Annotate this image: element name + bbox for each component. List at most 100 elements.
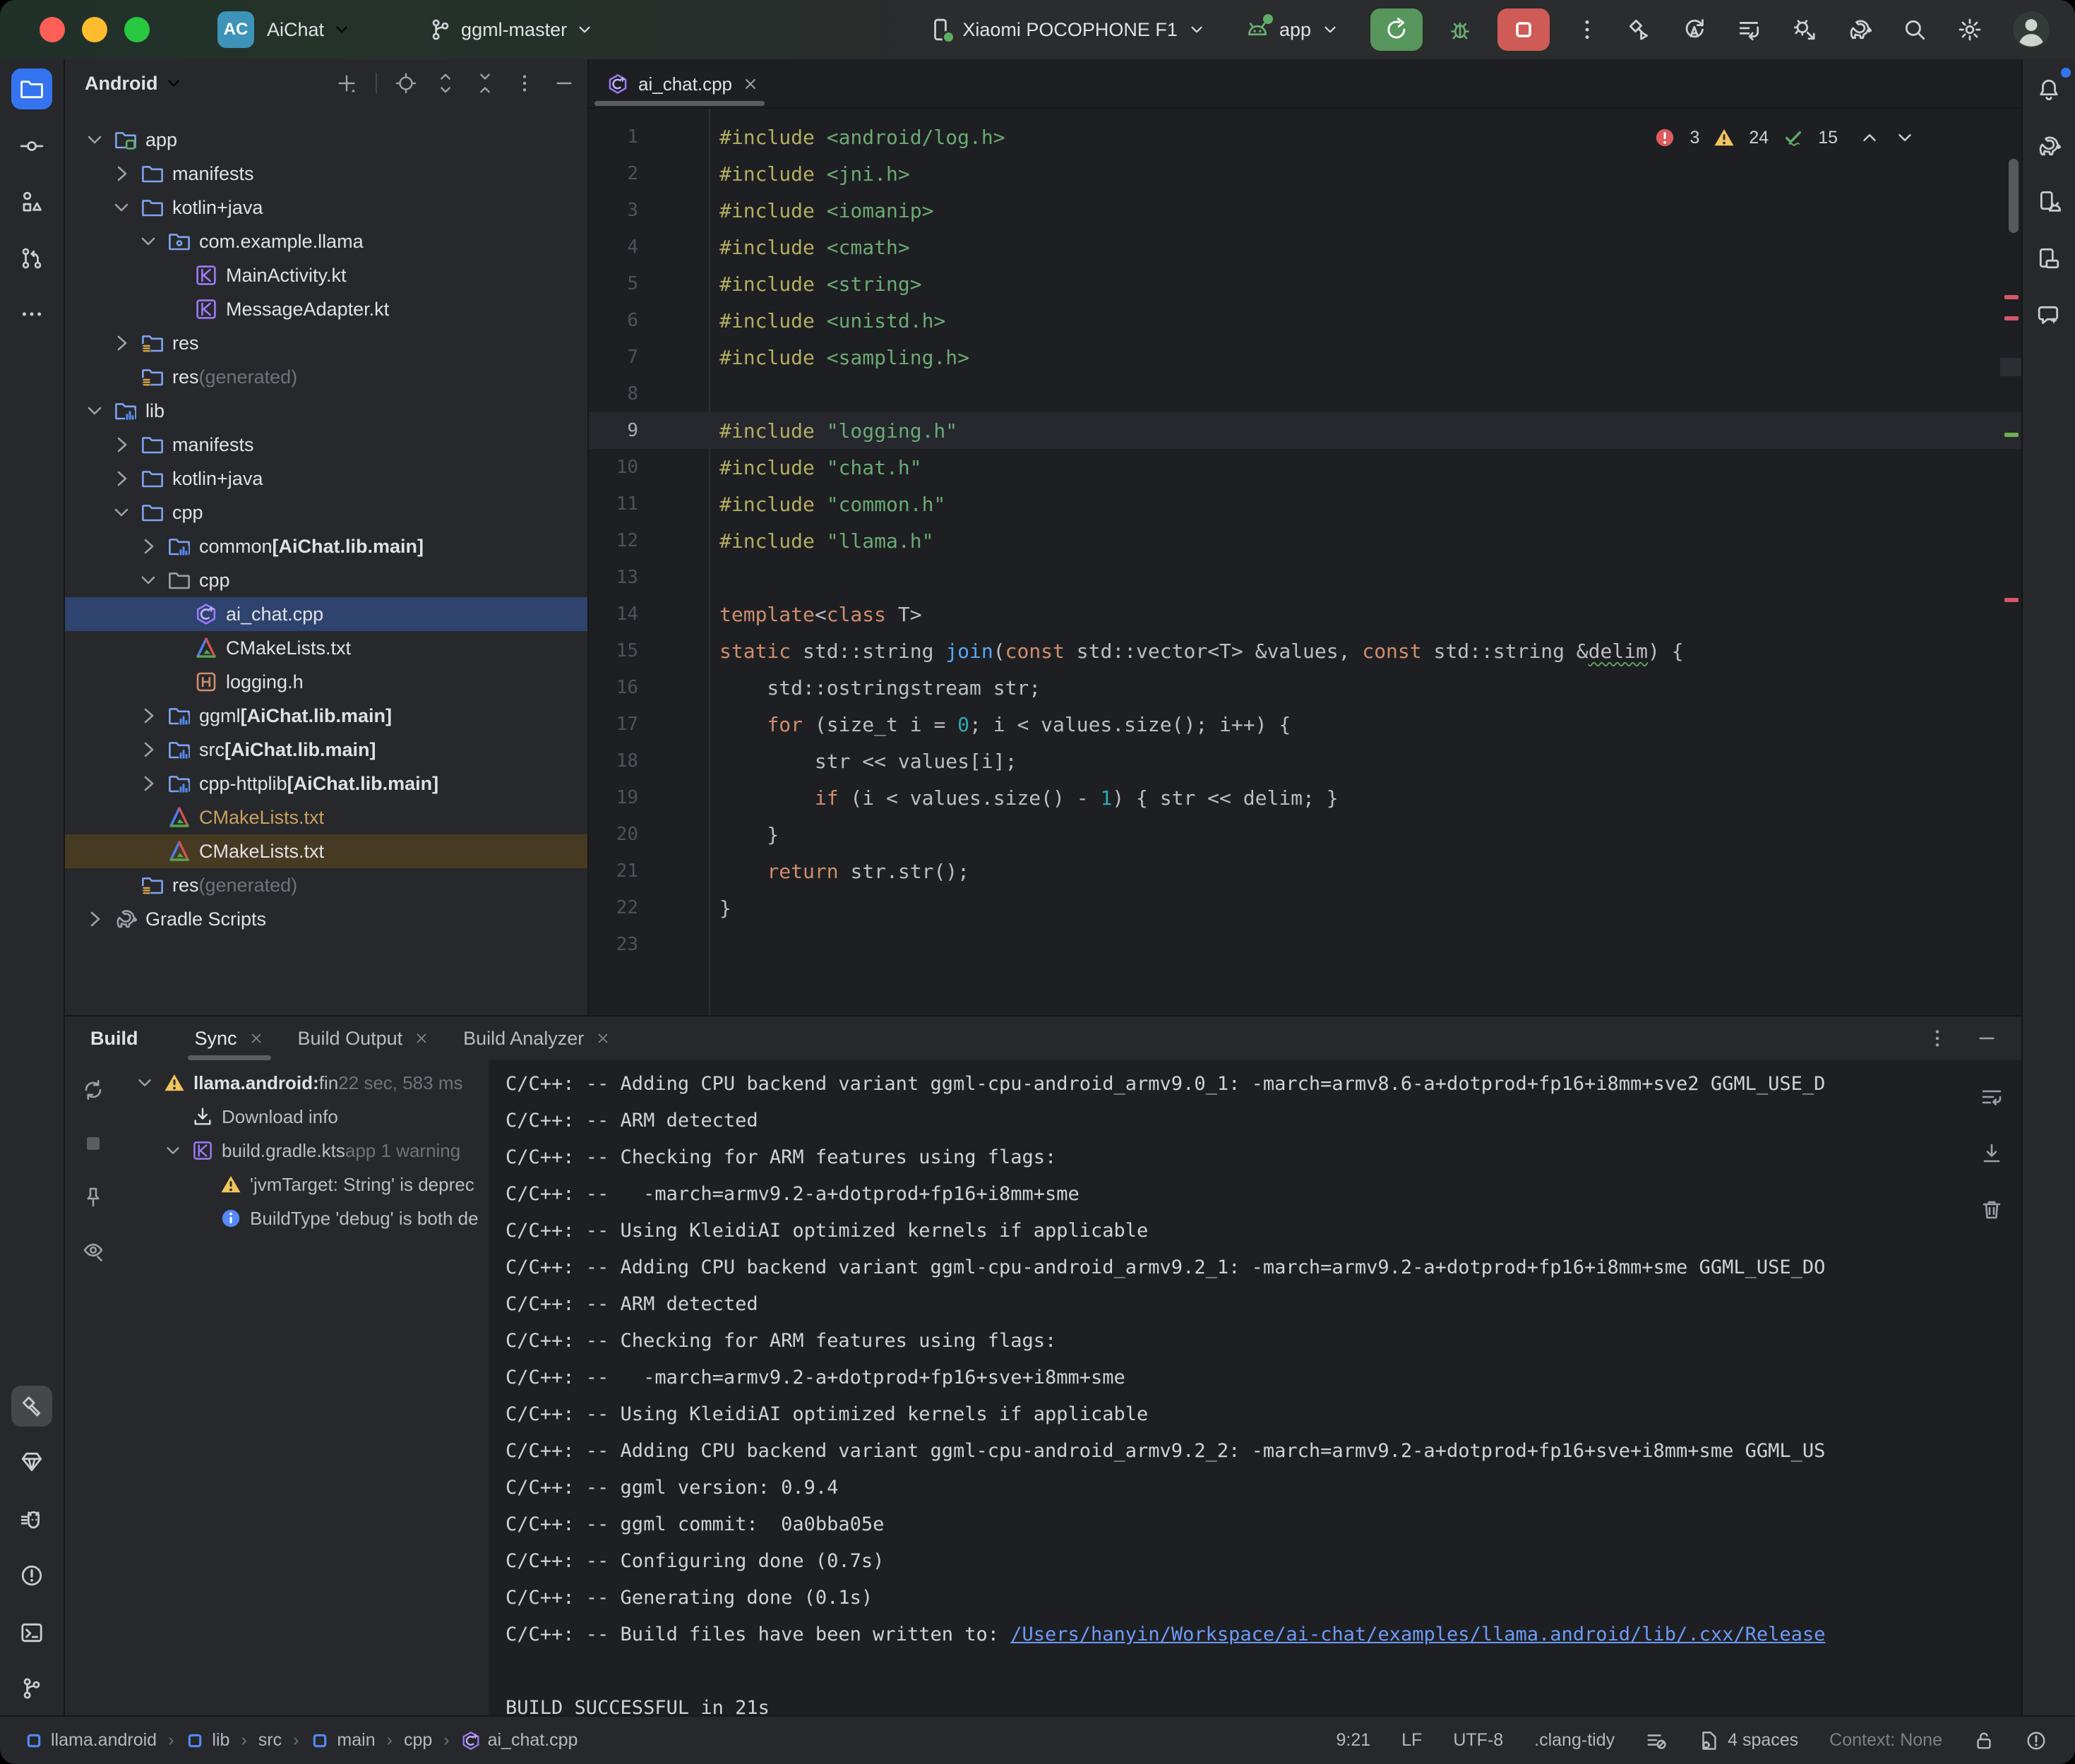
- tree-item-com-example-llama[interactable]: com.example.llama: [65, 224, 587, 258]
- code-line-4[interactable]: 4#include <cmath>: [589, 229, 2021, 265]
- change-stripe-mark[interactable]: [2004, 433, 2019, 437]
- breadcrumb-item[interactable]: cpp: [404, 1730, 432, 1751]
- breadcrumb-item[interactable]: lib: [185, 1730, 229, 1751]
- inspections-widget[interactable]: [1646, 1730, 1667, 1751]
- code-area[interactable]: 1#include <android/log.h>2#include <jni.…: [589, 109, 2021, 1015]
- tool-strip-device-manager[interactable]: [2028, 181, 2069, 222]
- chevron-right-icon[interactable]: [164, 264, 186, 287]
- chevron-right-icon[interactable]: [164, 603, 186, 625]
- chevron-right-icon[interactable]: [137, 535, 160, 558]
- tool-strip-more-h[interactable]: [11, 294, 52, 335]
- chevron-right-icon[interactable]: [164, 671, 186, 693]
- branch-selector[interactable]: ggml-master: [429, 18, 594, 42]
- project-view-selector[interactable]: Android: [85, 73, 157, 95]
- code-line-3[interactable]: 3#include <iomanip>: [589, 192, 2021, 229]
- tool-strip-logcat[interactable]: [11, 1499, 52, 1540]
- search-icon[interactable]: [1903, 18, 1927, 42]
- code-line-20[interactable]: 20 }: [589, 816, 2021, 853]
- code-line-7[interactable]: 7#include <sampling.h>: [589, 339, 2021, 376]
- tree-item-manifests[interactable]: manifests: [65, 428, 587, 462]
- build-output-path-link[interactable]: /Users/hanyin/Workspace/ai-chat/examples…: [1010, 1624, 1825, 1645]
- tree-item-manifests[interactable]: manifests: [65, 157, 587, 191]
- error-stripe-mark[interactable]: [2004, 295, 2019, 299]
- gear-icon[interactable]: [1958, 18, 1982, 42]
- build-tab-sync[interactable]: Sync: [178, 1016, 281, 1060]
- apply-code-changes-icon[interactable]: [1738, 18, 1762, 42]
- tool-strip-git-branch[interactable]: [11, 1668, 52, 1709]
- soft-wrap-button[interactable]: [1980, 1086, 2003, 1108]
- code-line-22[interactable]: 22}: [589, 889, 2021, 926]
- next-problem-button[interactable]: [1894, 127, 1915, 148]
- minimize-window-button[interactable]: [82, 17, 107, 42]
- code-line-14[interactable]: 14template<class T>: [589, 596, 2021, 632]
- chevron-right-icon[interactable]: [164, 637, 186, 659]
- refresh-button[interactable]: [82, 1079, 104, 1101]
- tree-item-res[interactable]: res: [65, 326, 587, 360]
- tree-item-cpp[interactable]: cpp: [65, 563, 587, 597]
- error-stripe-mark[interactable]: [2004, 316, 2019, 320]
- error-stripe-mark[interactable]: [2004, 598, 2019, 602]
- tree-item-gradle-scripts[interactable]: Gradle Scripts: [65, 902, 587, 936]
- chevron-right-icon[interactable]: [110, 874, 133, 896]
- code-line-23[interactable]: 23: [589, 926, 2021, 963]
- code-line-15[interactable]: 15static std::string join(const std::vec…: [589, 632, 2021, 669]
- breadcrumb-item[interactable]: main: [310, 1730, 375, 1751]
- code-line-21[interactable]: 21 return str.str();: [589, 853, 2021, 889]
- chevron-down-icon[interactable]: [134, 1072, 155, 1093]
- build-tree-item[interactable]: build.gradle.kts app 1 warning: [121, 1134, 489, 1168]
- code-line-13[interactable]: 13: [589, 559, 2021, 596]
- chevron-right-icon[interactable]: [191, 1174, 212, 1195]
- chevron-down-icon[interactable]: [110, 196, 133, 219]
- chevron-right-icon[interactable]: [110, 332, 133, 354]
- debug-button[interactable]: [1448, 18, 1472, 42]
- build-tab-build-output[interactable]: Build Output: [281, 1016, 447, 1060]
- tree-item-mainactivity-kt[interactable]: MainActivity.kt: [65, 258, 587, 292]
- tool-strip-commit[interactable]: [11, 126, 52, 167]
- chevron-down-icon[interactable]: [137, 230, 160, 253]
- build-tab-build-analyzer[interactable]: Build Analyzer: [446, 1016, 628, 1060]
- tool-strip-structure[interactable]: [11, 181, 52, 222]
- chevron-right-icon[interactable]: [110, 162, 133, 185]
- problems-widget[interactable]: [2026, 1730, 2047, 1751]
- breadcrumb-item[interactable]: llama.android: [24, 1730, 157, 1751]
- tree-item-messageadapter-kt[interactable]: MessageAdapter.kt: [65, 292, 587, 326]
- run-config-selector[interactable]: app: [1245, 18, 1339, 42]
- chevron-right-icon[interactable]: [83, 908, 106, 930]
- tool-strip-problems[interactable]: [11, 1555, 52, 1596]
- prev-problem-button[interactable]: [1859, 127, 1880, 148]
- caret-position[interactable]: 9:21: [1336, 1730, 1370, 1751]
- trash-button[interactable]: [1980, 1199, 2003, 1221]
- apply-changes-icon[interactable]: [1682, 18, 1706, 42]
- tool-strip-project[interactable]: [11, 68, 52, 109]
- chevron-right-icon[interactable]: [191, 1208, 212, 1229]
- scroll-end-button[interactable]: [1980, 1142, 2003, 1165]
- chevron-right-icon[interactable]: [137, 738, 160, 761]
- attach-debugger-icon[interactable]: [1793, 18, 1817, 42]
- indent-widget[interactable]: 4 spaces: [1698, 1730, 1798, 1751]
- encoding[interactable]: UTF-8: [1453, 1730, 1503, 1751]
- close-icon[interactable]: [742, 76, 759, 92]
- panel-options-button[interactable]: [514, 73, 535, 94]
- code-line-8[interactable]: 8: [589, 376, 2021, 412]
- close-icon[interactable]: [414, 1031, 429, 1046]
- tree-item-res[interactable]: res (generated): [65, 868, 587, 902]
- build-tree-item[interactable]: llama.android: fin 22 sec, 583 ms: [121, 1066, 489, 1100]
- code-line-19[interactable]: 19 if (i < values.size() - 1) { str << d…: [589, 779, 2021, 816]
- tool-strip-gradle[interactable]: [2028, 126, 2069, 167]
- build-icon[interactable]: [1627, 18, 1651, 42]
- tree-item-cmakelists-txt[interactable]: CMakeLists.txt: [65, 834, 587, 868]
- breadcrumb-item[interactable]: src: [258, 1730, 282, 1751]
- breadcrumb-item[interactable]: ai_chat.cpp: [461, 1730, 578, 1751]
- code-line-9[interactable]: 9#include "logging.h": [589, 412, 2021, 449]
- tree-item-cpp-httplib[interactable]: cpp-httplib [AiChat.lib.main]: [65, 767, 587, 800]
- select-opened-file-button[interactable]: [395, 73, 417, 94]
- tree-item-kotlin-java[interactable]: kotlin+java: [65, 191, 587, 224]
- tree-item-src[interactable]: src [AiChat.lib.main]: [65, 733, 587, 767]
- chevron-right-icon[interactable]: [137, 704, 160, 727]
- device-selector[interactable]: Xiaomi POCOPHONE F1: [928, 18, 1206, 42]
- stop-square-button[interactable]: [82, 1132, 104, 1155]
- chevron-right-icon[interactable]: [164, 298, 186, 320]
- code-line-16[interactable]: 16 std::ostringstream str;: [589, 669, 2021, 706]
- tool-strip-terminal[interactable]: [11, 1612, 52, 1653]
- chevron-right-icon[interactable]: [162, 1106, 184, 1127]
